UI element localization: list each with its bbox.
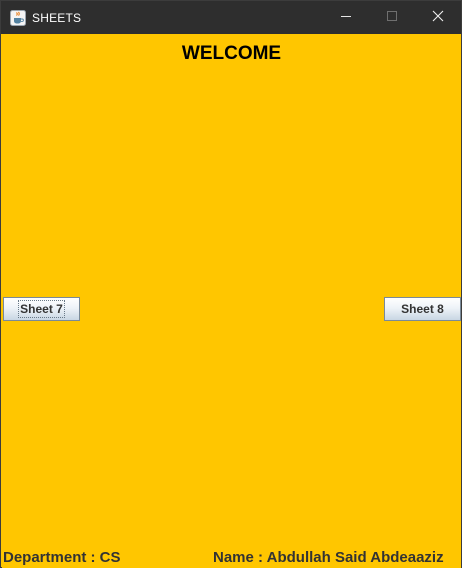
maximize-icon bbox=[386, 9, 398, 27]
title-bar[interactable]: SHEETS bbox=[1, 1, 461, 34]
close-button[interactable] bbox=[415, 1, 461, 34]
app-window: SHEETS WELCOME Sheet 7 Sheet 8 Departmen… bbox=[0, 0, 462, 568]
close-icon bbox=[432, 9, 444, 27]
maximize-button[interactable] bbox=[369, 1, 415, 34]
sheet-8-label: Sheet 8 bbox=[401, 302, 444, 316]
sheet-7-button[interactable]: Sheet 7 bbox=[3, 297, 80, 321]
window-title: SHEETS bbox=[32, 10, 82, 25]
author-name-label: Name : Abdullah Said Abdeaaziz bbox=[213, 549, 444, 566]
sheet-8-button[interactable]: Sheet 8 bbox=[384, 297, 461, 321]
welcome-heading: WELCOME bbox=[181, 43, 282, 64]
minimize-icon bbox=[340, 9, 352, 27]
java-cup-icon bbox=[10, 9, 26, 26]
main-panel: WELCOME Sheet 7 Sheet 8 Department : CS … bbox=[2, 34, 461, 568]
minimize-button[interactable] bbox=[323, 1, 369, 34]
department-label: Department : CS bbox=[3, 549, 121, 566]
window-controls bbox=[323, 1, 461, 34]
sheet-7-label: Sheet 7 bbox=[18, 300, 65, 318]
